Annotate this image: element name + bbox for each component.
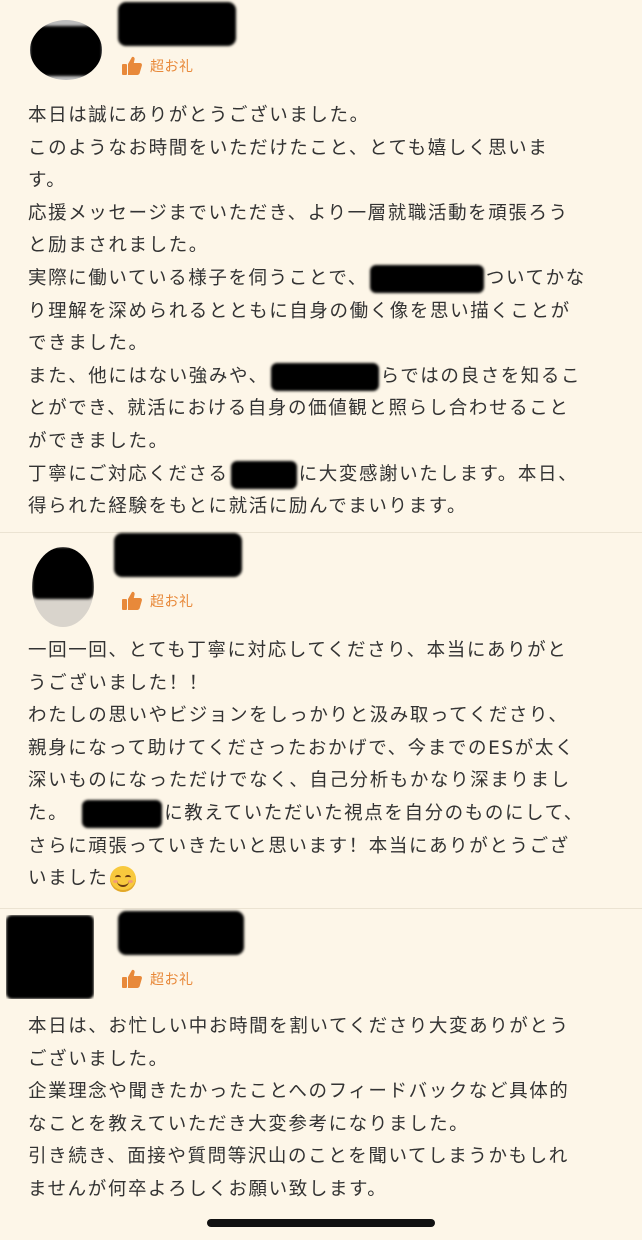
message-line: 本日は、お忙しい中お時間を割いてくださり大変ありがとう bbox=[28, 1016, 570, 1037]
message-line: 親身になって助けてくださったおかげで、今までのESが太く bbox=[28, 737, 576, 759]
text-redaction bbox=[369, 264, 484, 293]
reviewer-avatar[interactable] bbox=[32, 547, 94, 627]
message-line: できました。 bbox=[28, 333, 149, 355]
message-line: 本日は誠にありがとうございました。 bbox=[28, 105, 370, 126]
thumbs-up-icon bbox=[120, 589, 144, 613]
message-line: 引き続き、面接や質問等沢山のことを聞いてしまうかもしれ bbox=[28, 1146, 569, 1168]
review-message: 一回一回、とても丁寧に対応してくださり、本当にありがと うございました！！ わた… bbox=[28, 635, 614, 896]
message-line: いました bbox=[28, 863, 614, 896]
message-line: なことを教えていただき大変参考になりました。 bbox=[28, 1113, 470, 1135]
line-text: た。 bbox=[28, 802, 69, 824]
message-line: と励まされました。 bbox=[28, 235, 209, 257]
message-line: ませんが何卒よろしくお願い致します。 bbox=[28, 1178, 388, 1200]
message-line: 応援メッセージまでいただき、より一層就職活動を頑張ろう bbox=[28, 202, 569, 224]
message-line: 丁寧にご対応くださる に大変感謝いたします。本日、 bbox=[28, 459, 614, 492]
message-line: 一回一回、とても丁寧に対応してくださり、本当にありがと bbox=[28, 640, 568, 661]
thanks-badge: 超お礼 bbox=[120, 967, 194, 991]
home-indicator[interactable] bbox=[207, 1219, 435, 1227]
line-text: 丁寧にご対応くださる bbox=[28, 463, 229, 485]
line-text: らではの良さを知るこ bbox=[380, 365, 582, 387]
avatar-redaction bbox=[32, 547, 94, 599]
message-line: とができ、就活における自身の価値観と照らし合わせること bbox=[28, 398, 570, 420]
message-line: わたしの思いやビジョンをしっかりと汲み取ってくださり、 bbox=[28, 705, 569, 727]
avatar-redaction bbox=[30, 26, 102, 76]
text-redaction bbox=[270, 362, 379, 391]
badge-label: 超お礼 bbox=[150, 594, 194, 610]
message-line: さらに頑張っていきたいと思います！本当にありがとうござ bbox=[28, 835, 570, 857]
avatar-redaction bbox=[6, 915, 94, 999]
line-text: いました bbox=[28, 868, 109, 890]
reviewer-name-redaction bbox=[118, 911, 244, 955]
review-card-3: 超お礼 本日は、お忙しい中お時間を割いてくださり大変ありがとう ございました。 … bbox=[0, 909, 642, 1209]
message-line: す。 bbox=[28, 170, 67, 192]
line-text: 実際に働いている様子を伺うことで、 bbox=[28, 267, 368, 289]
thanks-badge: 超お礼 bbox=[120, 54, 194, 78]
review-card-2: 超お礼 一回一回、とても丁寧に対応してくださり、本当にありがと うございました！… bbox=[0, 533, 642, 909]
review-card-1: 超お礼 本日は誠にありがとうございました。 このようなお時間をいただけたこと、と… bbox=[0, 0, 642, 530]
text-redaction bbox=[230, 460, 297, 489]
thumbs-up-icon bbox=[120, 54, 144, 78]
message-line: た。 に教えていただいた視点を自分のものにして、 bbox=[28, 798, 614, 831]
thanks-badge: 超お礼 bbox=[120, 589, 194, 613]
reviewer-name-redaction bbox=[114, 533, 242, 577]
line-text: また、他にはない強みや、 bbox=[28, 365, 269, 387]
message-line: 深いものになっただけでなく、自己分析もかなり深まりまし bbox=[28, 770, 571, 792]
message-line: うございました！！ bbox=[28, 672, 209, 694]
message-line: このようなお時間をいただけたこと、とても嬉しく思いま bbox=[28, 137, 549, 159]
thumbs-up-icon bbox=[120, 967, 144, 991]
message-line: り理解を深められるとともに自身の働く像を思い描くことが bbox=[28, 300, 571, 322]
smiling-face-icon bbox=[110, 866, 137, 893]
text-redaction bbox=[82, 799, 163, 828]
message-line: ができました。 bbox=[28, 430, 169, 452]
review-message: 本日は、お忙しい中お時間を割いてくださり大変ありがとう ございました。 企業理念… bbox=[28, 1011, 614, 1207]
line-text: に教えていただいた視点を自分のものにして、 bbox=[164, 802, 584, 824]
badge-label: 超お礼 bbox=[150, 972, 194, 988]
message-line: ございました。 bbox=[28, 1048, 169, 1070]
badge-label: 超お礼 bbox=[150, 59, 194, 75]
reviewer-avatar[interactable] bbox=[6, 915, 94, 999]
line-text: に大変感謝いたします。本日、 bbox=[298, 463, 579, 485]
message-line: 実際に働いている様子を伺うことで、 ついてかな bbox=[28, 263, 614, 296]
message-line: また、他にはない強みや、 らではの良さを知るこ bbox=[28, 361, 614, 394]
reviewer-avatar[interactable] bbox=[30, 20, 102, 80]
message-line: 得られた経験をもとに就活に励んでまいります。 bbox=[28, 496, 468, 518]
review-message: 本日は誠にありがとうございました。 このようなお時間をいただけたこと、とても嬉し… bbox=[28, 100, 614, 524]
reviewer-name-redaction bbox=[118, 2, 236, 46]
line-text: ついてかな bbox=[485, 267, 586, 289]
message-line: 企業理念や聞きたかったことへのフィードバックなど具体的 bbox=[28, 1081, 570, 1103]
